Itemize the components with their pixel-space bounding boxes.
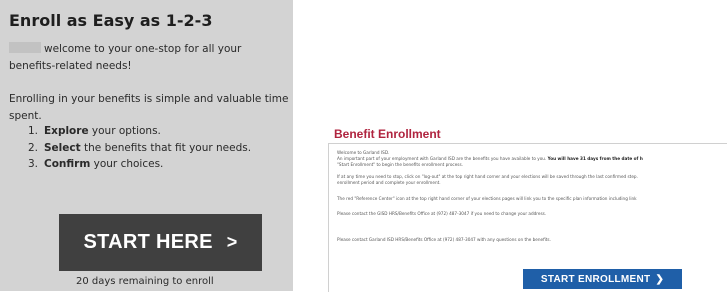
redacted-user-name bbox=[9, 42, 41, 53]
chevron-right-icon: ❯ bbox=[655, 273, 665, 285]
benefit-enrollment-title: Benefit Enrollment bbox=[334, 127, 441, 141]
reference-center-paragraph: The red "Reference Center" icon at the t… bbox=[337, 196, 637, 201]
days-remaining: 20 days remaining to enroll bbox=[76, 276, 214, 287]
welcome-line: Welcome to Garland ISD. bbox=[337, 150, 390, 155]
enroll-panel: Enroll as Easy as 1-2-3 welcome to your … bbox=[0, 0, 293, 291]
start-here-label: START HERE bbox=[83, 231, 213, 253]
start-enrollment-label: START ENROLLMENT bbox=[540, 273, 651, 285]
step-confirm: 3. Confirm your choices. bbox=[28, 158, 164, 170]
start-enrollment-button[interactable]: START ENROLLMENT ❯ bbox=[523, 269, 682, 289]
address-contact-paragraph: Please contact the GISD HRS/Benefits Off… bbox=[337, 211, 547, 216]
welcome-message: welcome to your one-stop for all your be… bbox=[9, 41, 289, 75]
start-here-button[interactable]: START HERE > bbox=[59, 214, 262, 271]
enroll-title: Enroll as Easy as 1-2-3 bbox=[9, 11, 213, 30]
intro-paragraph-line2: "Start Enrollment" to begin the benefits… bbox=[337, 162, 464, 167]
intro-text: Enrolling in your benefits is simple and… bbox=[9, 93, 289, 122]
welcome-text: welcome to your one-stop for all your be… bbox=[9, 43, 242, 72]
steps-list: 1. Explore your options. 2. Select the ben… bbox=[28, 123, 251, 173]
intro-paragraph: An important part of your employment wit… bbox=[337, 156, 643, 161]
step-select: 2. Select the benefits that fit your need… bbox=[28, 141, 252, 154]
step-explore: 1. Explore your options. bbox=[28, 125, 161, 137]
logout-paragraph: If at any time you need to stop, click o… bbox=[337, 174, 638, 179]
benefit-enrollment-panel: Benefit Enrollment Welcome to Garland IS… bbox=[324, 121, 727, 292]
questions-contact-paragraph: Please contact Garland ISD HRS/Benefits … bbox=[337, 237, 551, 242]
chevron-right-icon: > bbox=[226, 232, 238, 252]
logout-paragraph-line2: enrollment period and complete your enro… bbox=[337, 180, 441, 185]
